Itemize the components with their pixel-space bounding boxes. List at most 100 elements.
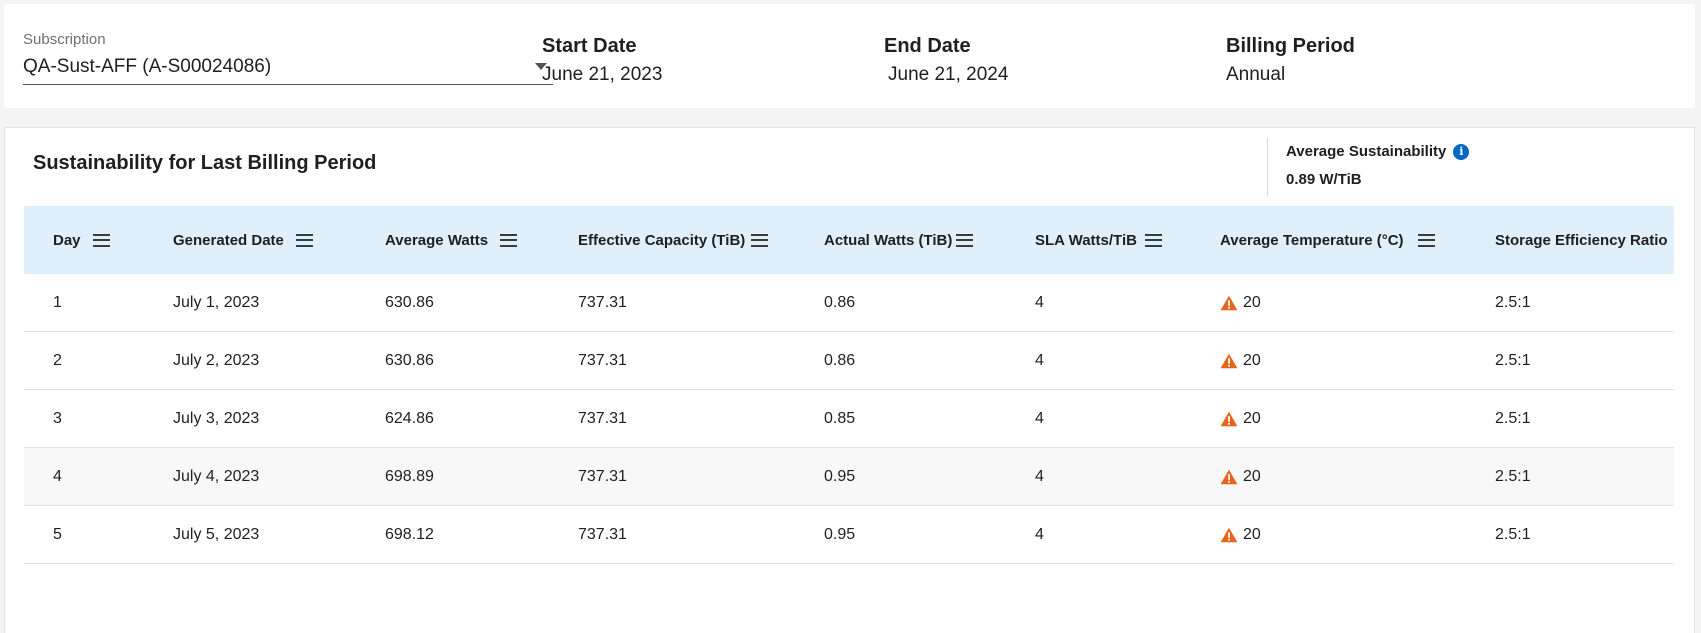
- table-row[interactable]: 1 July 1, 2023 630.86 737.31 0.86 4 20 2…: [24, 274, 1674, 332]
- cell-value: 630.86: [385, 293, 434, 311]
- cell-generated-date: July 2, 2023: [173, 332, 259, 389]
- cell-value: 2: [53, 351, 62, 369]
- cell-effective-capacity: 737.31: [578, 448, 627, 505]
- cell-average-watts: 624.86: [385, 390, 434, 447]
- column-menu-icon[interactable]: [956, 233, 974, 247]
- cell-value: 630.86: [385, 351, 434, 369]
- cell-day: 3: [53, 390, 62, 447]
- cell-value: 0.86: [824, 293, 856, 311]
- column-header-average-watts[interactable]: Average Watts: [385, 206, 518, 274]
- billing-period-value: Annual: [1226, 64, 1286, 85]
- column-header-average-temperature[interactable]: Average Temperature (°C): [1220, 206, 1435, 274]
- cell-storage-efficiency: 2.5:1: [1495, 506, 1531, 563]
- cell-generated-date: July 1, 2023: [173, 274, 259, 331]
- cell-value: 20: [1243, 293, 1261, 311]
- warning-icon: [1220, 469, 1238, 484]
- column-header-storage-efficiency[interactable]: Storage Efficiency Ratio: [1495, 206, 1668, 274]
- cell-average-watts: 630.86: [385, 332, 434, 389]
- table-header: Day Generated Date Average Watts Effecti…: [24, 206, 1674, 274]
- warning-icon: [1220, 411, 1238, 426]
- cell-value: 20: [1243, 467, 1261, 485]
- cell-value: 0.86: [824, 351, 856, 369]
- cell-average-temperature: 20: [1220, 506, 1261, 563]
- table-row[interactable]: 2 July 2, 2023 630.86 737.31 0.86 4 20 2…: [24, 332, 1674, 390]
- subscription-field: Subscription QA-Sust-AFF (A-S00024086): [23, 31, 553, 85]
- cell-effective-capacity: 737.31: [578, 506, 627, 563]
- column-header-generated-date[interactable]: Generated Date: [173, 206, 313, 274]
- table-row[interactable]: 4 July 4, 2023 698.89 737.31 0.95 4 20 2…: [24, 448, 1674, 506]
- cell-sla-watts: 4: [1035, 448, 1044, 505]
- cell-sla-watts: 4: [1035, 506, 1044, 563]
- column-header-actual-watts[interactable]: Actual Watts (TiB): [824, 206, 974, 274]
- sustainability-card: Sustainability for Last Billing Period A…: [4, 127, 1695, 633]
- column-header-effective-capacity[interactable]: Effective Capacity (TiB): [578, 206, 769, 274]
- column-menu-icon[interactable]: [1144, 233, 1162, 247]
- column-label: Generated Date: [173, 231, 284, 249]
- cell-effective-capacity: 737.31: [578, 332, 627, 389]
- cell-generated-date: July 5, 2023: [173, 506, 259, 563]
- cell-value: 3: [53, 409, 62, 427]
- cell-value: July 5, 2023: [173, 525, 260, 543]
- column-menu-icon[interactable]: [295, 233, 313, 247]
- column-menu-icon[interactable]: [92, 233, 110, 247]
- end-date-value: June 21, 2024: [888, 64, 1009, 85]
- column-menu-icon[interactable]: [1417, 233, 1435, 247]
- column-header-day[interactable]: Day: [53, 206, 110, 274]
- cell-value: 20: [1243, 525, 1261, 543]
- cell-actual-watts: 0.85: [824, 390, 855, 447]
- cell-value: 2.5:1: [1495, 409, 1531, 427]
- cell-sla-watts: 4: [1035, 274, 1044, 331]
- info-icon[interactable]: i: [1453, 143, 1470, 160]
- cell-storage-efficiency: 2.5:1: [1495, 390, 1531, 447]
- end-date-title: End Date: [884, 35, 971, 57]
- column-label: Actual Watts (TiB): [824, 231, 953, 249]
- cell-value: 4: [1035, 525, 1044, 543]
- average-sustainability-label-row: Average Sustainability i: [1286, 142, 1470, 161]
- cell-day: 4: [53, 448, 62, 505]
- warning-icon: [1220, 353, 1238, 368]
- card-title: Sustainability for Last Billing Period: [33, 152, 377, 174]
- cell-day: 5: [53, 506, 62, 563]
- start-date-block: Start Date June 21, 2023: [542, 34, 662, 87]
- column-menu-icon[interactable]: [500, 233, 518, 247]
- cell-value: 2.5:1: [1495, 467, 1531, 485]
- column-label: Average Temperature (°C): [1220, 231, 1404, 249]
- cell-value: 2.5:1: [1495, 351, 1531, 369]
- column-header-sla-watts[interactable]: SLA Watts/TiB: [1035, 206, 1162, 274]
- average-sustainability-label: Average Sustainability: [1286, 143, 1447, 160]
- cell-value: 0.95: [824, 525, 856, 543]
- cell-value: July 1, 2023: [173, 293, 260, 311]
- cell-value: 20: [1243, 409, 1261, 427]
- subscription-select[interactable]: QA-Sust-AFF (A-S00024086): [23, 55, 553, 85]
- cell-value: 698.89: [385, 467, 434, 485]
- cell-actual-watts: 0.86: [824, 274, 855, 331]
- cell-value: July 3, 2023: [173, 409, 260, 427]
- cell-average-temperature: 20: [1220, 390, 1261, 447]
- cell-value: 0.85: [824, 409, 856, 427]
- cell-value: 5: [53, 525, 62, 543]
- table-row[interactable]: 5 July 5, 2023 698.12 737.31 0.95 4 20 2…: [24, 506, 1674, 564]
- cell-value: July 4, 2023: [173, 467, 260, 485]
- warning-icon: [1220, 527, 1238, 542]
- cell-value: 2.5:1: [1495, 293, 1531, 311]
- average-sustainability: Average Sustainability i 0.89 W/TiB: [1267, 138, 1470, 196]
- cell-average-temperature: 20: [1220, 332, 1261, 389]
- cell-value: 737.31: [578, 409, 627, 427]
- subscription-bar: Subscription QA-Sust-AFF (A-S00024086) S…: [4, 4, 1695, 108]
- cell-storage-efficiency: 2.5:1: [1495, 332, 1531, 389]
- warning-icon: [1220, 295, 1238, 310]
- cell-value: 0.95: [824, 467, 856, 485]
- cell-average-watts: 630.86: [385, 274, 434, 331]
- table-row[interactable]: 3 July 3, 2023 624.86 737.31 0.85 4 20 2…: [24, 390, 1674, 448]
- cell-average-temperature: 20: [1220, 274, 1261, 331]
- billing-period-block: Billing Period Annual: [1226, 34, 1355, 87]
- cell-generated-date: July 4, 2023: [173, 448, 259, 505]
- column-label: Effective Capacity (TiB): [578, 231, 746, 249]
- cell-value: 4: [53, 467, 62, 485]
- cell-storage-efficiency: 2.5:1: [1495, 448, 1531, 505]
- cell-day: 2: [53, 332, 62, 389]
- cell-value: 4: [1035, 467, 1044, 485]
- column-label: Storage Efficiency Ratio: [1495, 231, 1668, 249]
- column-menu-icon[interactable]: [751, 233, 769, 247]
- cell-value: 737.31: [578, 525, 627, 543]
